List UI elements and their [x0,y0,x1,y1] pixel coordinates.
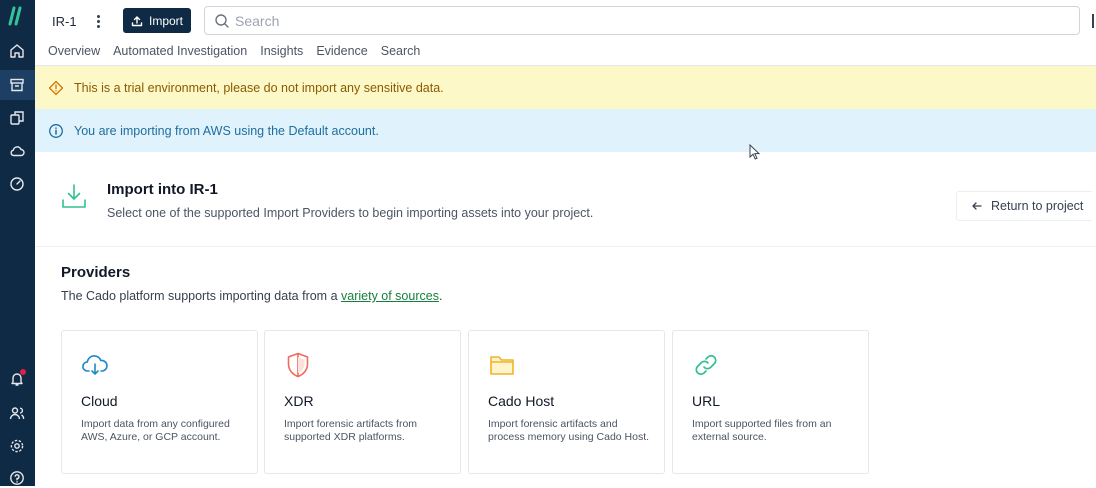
provider-description: Import forensic artifacts and process me… [488,418,650,443]
warning-diamond-icon [48,80,64,95]
home-icon[interactable] [7,41,27,61]
gear-icon[interactable] [7,436,27,456]
tab-insights[interactable]: Insights [260,44,303,58]
import-button-label: Import [148,13,183,28]
page-subtitle: Select one of the supported Import Provi… [107,206,594,220]
gauge-icon[interactable] [7,174,27,194]
trial-warning-banner: This is a trial environment, please do n… [35,66,1096,109]
provider-card-cado-host[interactable]: Cado Host Import forensic artifacts and … [468,330,665,474]
notification-dot [20,369,26,375]
provider-card-cloud[interactable]: Cloud Import data from any configured AW… [61,330,258,474]
import-info-banner: You are importing from AWS using the Def… [35,109,1096,152]
sidebar [0,0,35,486]
provider-description: Import forensic artifacts from supported… [284,418,418,443]
page-title: Import into IR-1 [107,181,218,198]
info-icon [49,123,63,138]
kebab-menu-icon[interactable] [91,12,105,30]
upload-icon [131,15,143,26]
main-content: IR-1 Import Overview Automated Investiga… [35,0,1096,486]
help-icon[interactable] [7,468,27,488]
bell-icon[interactable] [7,369,27,389]
import-header: Import into IR-1 Select one of the suppo… [35,152,1096,247]
mouse-cursor-icon [749,144,761,160]
return-to-project-label: Return to project [991,199,1084,213]
providers-description-text: The Cado platform supports importing dat… [61,289,341,303]
tab-overview[interactable]: Overview [48,44,100,58]
provider-card-xdr[interactable]: XDR Import forensic artifacts from suppo… [264,330,461,474]
providers-description: The Cado platform supports importing dat… [61,289,442,303]
shield-icon [287,352,309,378]
copy-icon[interactable] [7,108,27,128]
providers-description-end: . [438,289,443,303]
project-name[interactable]: IR-1 [52,14,77,29]
providers-heading: Providers [61,264,131,281]
provider-title: URL [692,393,721,409]
provider-title: Cloud [81,393,118,409]
search-box[interactable] [204,6,1080,35]
tab-evidence[interactable]: Evidence [316,44,367,58]
provider-title: XDR [284,393,314,409]
provider-title: Cado Host [488,393,555,409]
provider-description: Import supported files from an external … [692,418,832,443]
import-info-text: You are importing from AWS using the Def… [74,123,379,138]
search-input[interactable] [235,10,1065,31]
arrow-left-icon [972,202,982,210]
archive-icon[interactable] [7,75,27,95]
panel-edge-divider [1092,14,1094,28]
download-icon [62,184,86,208]
tab-automated-investigation[interactable]: Automated Investigation [113,44,247,58]
cloud-icon[interactable] [7,141,27,161]
users-icon[interactable] [7,403,27,423]
cloud-download-icon [82,355,108,375]
trial-warning-text: This is a trial environment, please do n… [74,80,444,95]
return-to-project-button[interactable]: Return to project [956,191,1092,221]
variety-of-sources-link[interactable]: variety of sources [341,289,439,303]
top-bar: IR-1 Import [35,0,1096,42]
tab-search[interactable]: Search [381,44,421,58]
provider-card-url[interactable]: URL Import supported files from an exter… [672,330,869,474]
project-tabs: Overview Automated Investigation Insight… [48,44,420,58]
link-icon [695,354,717,376]
import-button[interactable]: Import [123,8,191,33]
search-icon [215,14,229,28]
app-logo-icon[interactable] [8,6,28,26]
folder-icon [490,356,514,375]
provider-description: Import data from any configured AWS, Azu… [81,418,230,443]
